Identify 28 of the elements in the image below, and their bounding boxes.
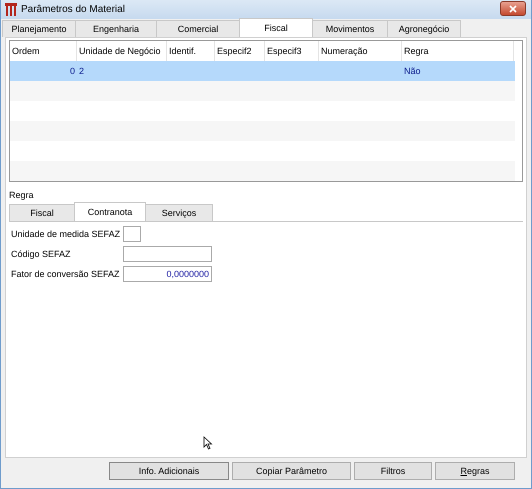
table-cell-text: Não [403, 66, 422, 76]
tab[interactable]: Fiscal [9, 204, 75, 221]
tab[interactable]: Movimentos [312, 20, 388, 37]
field-label: Unidade de medida SEFAZ [11, 229, 122, 239]
action-button[interactable]: Filtros [354, 462, 432, 480]
input-field[interactable] [123, 246, 212, 262]
field-label: Código SEFAZ [11, 249, 72, 259]
tab[interactable]: Agronegócio [387, 20, 461, 37]
tab[interactable]: Engenharia [75, 20, 157, 37]
input-field[interactable] [123, 226, 141, 242]
table-cell-text: 2 [78, 66, 86, 76]
action-button[interactable]: Regras [435, 462, 515, 480]
close-button[interactable] [500, 1, 526, 16]
action-button[interactable]: Copiar Parâmetro [232, 462, 351, 480]
tab[interactable]: Fiscal [239, 18, 313, 37]
table-cell-text: 0 [68, 66, 76, 76]
tab[interactable]: Planejamento [2, 20, 76, 37]
section-label: Regra [9, 190, 35, 200]
tab[interactable]: Serviços [145, 204, 213, 221]
window-title: Parâmetros do Material [21, 4, 125, 15]
close-icon [509, 4, 517, 12]
input-field[interactable]: 0,0000000 [123, 266, 212, 282]
action-button[interactable]: Info. Adicionais [109, 462, 229, 480]
cursor-icon [203, 436, 213, 450]
field-label: Fator de conversão SEFAZ [11, 269, 121, 279]
table-row[interactable]: 0 2 Não [10, 61, 515, 81]
tab[interactable]: Comercial [156, 20, 240, 37]
app-logo-icon [5, 3, 17, 16]
